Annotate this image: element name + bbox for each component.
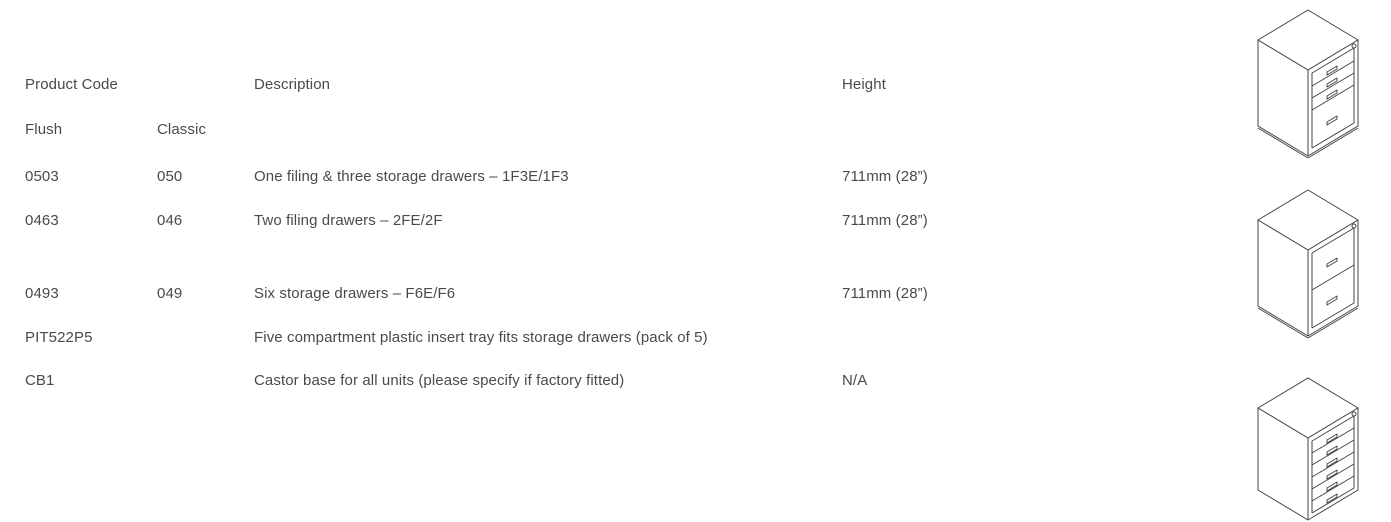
header-classic: Classic (157, 121, 207, 138)
header-description: Description (254, 76, 331, 93)
row-description: Five compartment plastic insert tray fit… (254, 329, 708, 346)
row-height: 711mm (28”) (842, 285, 928, 302)
cabinet-one-filing-three-storage-icon (1250, 8, 1365, 160)
cabinet-two-filing-icon (1250, 188, 1365, 340)
row-flush-code: PIT522P5 (25, 329, 93, 346)
header-height: Height (842, 76, 886, 93)
row-classic-code: 046 (157, 212, 183, 229)
row-flush-code: 0463 (25, 212, 59, 229)
row-flush-code: CB1 (25, 372, 55, 389)
row-flush-code: 0493 (25, 285, 59, 302)
row-description: One filing & three storage drawers – 1F3… (254, 168, 569, 185)
row-description: Castor base for all units (please specif… (254, 372, 625, 389)
row-classic-code: 049 (157, 285, 183, 302)
header-product-code: Product Code (25, 76, 118, 93)
header-flush: Flush (25, 121, 63, 138)
row-classic-code: 050 (157, 168, 183, 185)
row-description: Six storage drawers – F6E/F6 (254, 285, 456, 302)
cabinet-six-storage-icon (1250, 376, 1365, 522)
row-description: Two filing drawers – 2FE/2F (254, 212, 443, 229)
row-height: N/A (842, 372, 868, 389)
row-flush-code: 0503 (25, 168, 59, 185)
row-height: 711mm (28”) (842, 212, 928, 229)
row-height: 711mm (28”) (842, 168, 928, 185)
